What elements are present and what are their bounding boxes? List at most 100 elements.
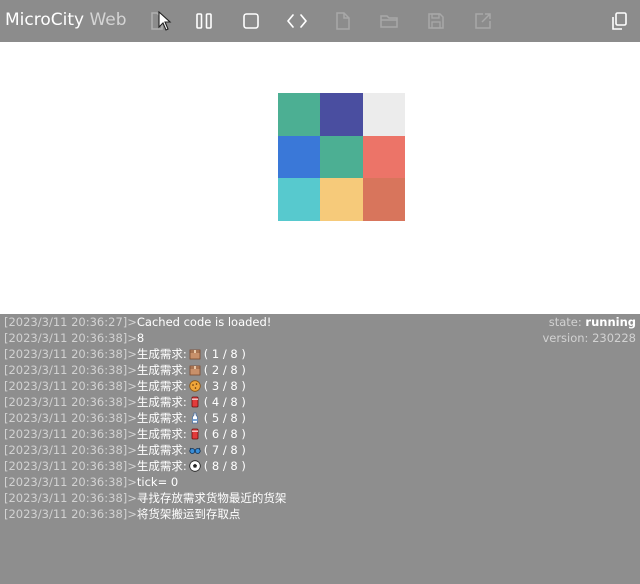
app-title-sub: Web xyxy=(89,10,127,30)
log-message: 生成需求: xyxy=(136,427,187,441)
log-timestamp: [2023/3/11 20:36:38] xyxy=(4,331,128,345)
code-icon xyxy=(287,14,307,28)
console-panel[interactable]: [2023/3/11 20:36:27] > Cached code is load… xyxy=(0,314,640,584)
log-count: ( 6 / 8 ) xyxy=(203,427,246,441)
state-line: state: running xyxy=(542,314,636,330)
grid-cell xyxy=(320,178,363,221)
log-separator: > xyxy=(127,491,137,505)
log-message: tick= 0 xyxy=(136,475,179,489)
milk-bottle-icon xyxy=(189,412,201,424)
app-title: MicroCity Web xyxy=(5,9,127,31)
copy-button[interactable] xyxy=(608,10,630,32)
log-timestamp: [2023/3/11 20:36:38] xyxy=(4,507,128,521)
log-count: ( 4 / 8 ) xyxy=(203,395,246,409)
console-line: [2023/3/11 20:36:38] > 生成需求: ( 4 / 8 ) xyxy=(4,394,544,410)
log-count: ( 1 / 8 ) xyxy=(203,347,246,361)
log-message: 生成需求: xyxy=(136,459,187,473)
open-folder-button[interactable] xyxy=(378,10,400,32)
status-panel: state: running version: 230228 xyxy=(542,314,636,346)
log-separator: > xyxy=(127,475,137,489)
log-separator: > xyxy=(127,507,137,521)
log-separator: > xyxy=(127,315,137,329)
log-timestamp: [2023/3/11 20:36:27] xyxy=(4,315,128,329)
grid-cell xyxy=(363,136,405,178)
app-title-main: MicroCity xyxy=(5,10,85,30)
grid-cell xyxy=(320,136,363,178)
shelf-grid xyxy=(278,93,405,221)
grid-cell xyxy=(363,93,405,136)
console-line: [2023/3/11 20:36:38] > 将货架搬运到存取点 xyxy=(4,506,544,522)
log-message: 寻找存放需求货物最近的货架 xyxy=(136,491,287,505)
toolbar: MicroCity Web xyxy=(0,0,640,42)
log-message: 生成需求: xyxy=(136,443,187,457)
log-timestamp: [2023/3/11 20:36:38] xyxy=(4,395,128,409)
log-message: 将货架搬运到存取点 xyxy=(136,507,241,521)
render-canvas[interactable] xyxy=(0,42,640,314)
log-timestamp: [2023/3/11 20:36:38] xyxy=(4,443,128,457)
log-count: ( 2 / 8 ) xyxy=(203,363,246,377)
log-timestamp: [2023/3/11 20:36:38] xyxy=(4,363,128,377)
box-icon xyxy=(189,348,201,360)
save-button[interactable] xyxy=(425,10,447,32)
grid-cell xyxy=(278,178,320,221)
version-label: version: xyxy=(542,331,589,345)
log-timestamp: [2023/3/11 20:36:38] xyxy=(4,475,128,489)
console-line: [2023/3/11 20:36:38] > 生成需求: ( 1 / 8 ) xyxy=(4,346,544,362)
log-message: 生成需求: xyxy=(136,363,187,377)
grid-cell xyxy=(320,93,363,136)
console-line: [2023/3/11 20:36:38] >8 xyxy=(4,330,544,346)
log-timestamp: [2023/3/11 20:36:38] xyxy=(4,411,128,425)
code-button[interactable] xyxy=(286,10,308,32)
log-message: 8 xyxy=(136,331,145,345)
save-icon xyxy=(428,13,444,29)
log-message: 生成需求: xyxy=(136,411,187,425)
log-count: ( 5 / 8 ) xyxy=(203,411,246,425)
log-separator: > xyxy=(127,459,137,473)
glasses-icon xyxy=(189,444,201,456)
log-separator: > xyxy=(127,379,137,393)
console-line: [2023/3/11 20:36:38] > 生成需求: ( 8 / 8 ) xyxy=(4,458,544,474)
log-message: Cached code is loaded! xyxy=(136,315,272,329)
log-separator: > xyxy=(127,443,137,457)
new-file-icon xyxy=(336,12,350,30)
log-count: ( 7 / 8 ) xyxy=(203,443,246,457)
console-log: [2023/3/11 20:36:27] > Cached code is load… xyxy=(4,314,544,522)
log-separator: > xyxy=(127,411,137,425)
console-line: [2023/3/11 20:36:38] > 生成需求: ( 6 / 8 ) xyxy=(4,426,544,442)
log-separator: > xyxy=(127,395,137,409)
log-timestamp: [2023/3/11 20:36:38] xyxy=(4,459,128,473)
pause-button[interactable] xyxy=(193,10,215,32)
version-value: 230228 xyxy=(592,331,636,345)
log-message: 生成需求: xyxy=(136,379,187,393)
console-line: [2023/3/11 20:36:38] > tick= 0 xyxy=(4,474,544,490)
log-timestamp: [2023/3/11 20:36:38] xyxy=(4,379,128,393)
log-message: 生成需求: xyxy=(136,395,187,409)
log-separator: > xyxy=(127,363,137,377)
console-line: [2023/3/11 20:36:27] > Cached code is load… xyxy=(4,314,544,330)
export-button[interactable] xyxy=(472,10,494,32)
export-icon xyxy=(475,13,491,29)
console-line: [2023/3/11 20:36:38] > 寻找存放需求货物最近的货架 xyxy=(4,490,544,506)
mouse-cursor-icon xyxy=(158,10,172,35)
log-separator: > xyxy=(127,331,137,345)
log-timestamp: [2023/3/11 20:36:38] xyxy=(4,491,128,505)
open-folder-icon xyxy=(380,15,398,28)
soccer-ball-icon xyxy=(189,460,201,472)
box-icon xyxy=(189,364,201,376)
log-count: ( 8 / 8 ) xyxy=(203,459,246,473)
drink-icon xyxy=(189,396,201,408)
pause-icon xyxy=(196,13,212,29)
console-line: [2023/3/11 20:36:38] > 生成需求: ( 7 / 8 ) xyxy=(4,442,544,458)
console-line: [2023/3/11 20:36:38] > 生成需求: ( 3 / 8 ) xyxy=(4,378,544,394)
log-separator: > xyxy=(127,427,137,441)
console-line: [2023/3/11 20:36:38] > 生成需求: ( 5 / 8 ) xyxy=(4,410,544,426)
new-file-button[interactable] xyxy=(332,10,354,32)
log-count: ( 3 / 8 ) xyxy=(203,379,246,393)
log-timestamp: [2023/3/11 20:36:38] xyxy=(4,347,128,361)
log-message: 生成需求: xyxy=(136,347,187,361)
copy-icon xyxy=(612,12,627,30)
stop-icon xyxy=(243,13,259,29)
stop-button[interactable] xyxy=(240,10,262,32)
state-label: state: xyxy=(548,315,582,329)
state-value: running xyxy=(585,315,636,329)
